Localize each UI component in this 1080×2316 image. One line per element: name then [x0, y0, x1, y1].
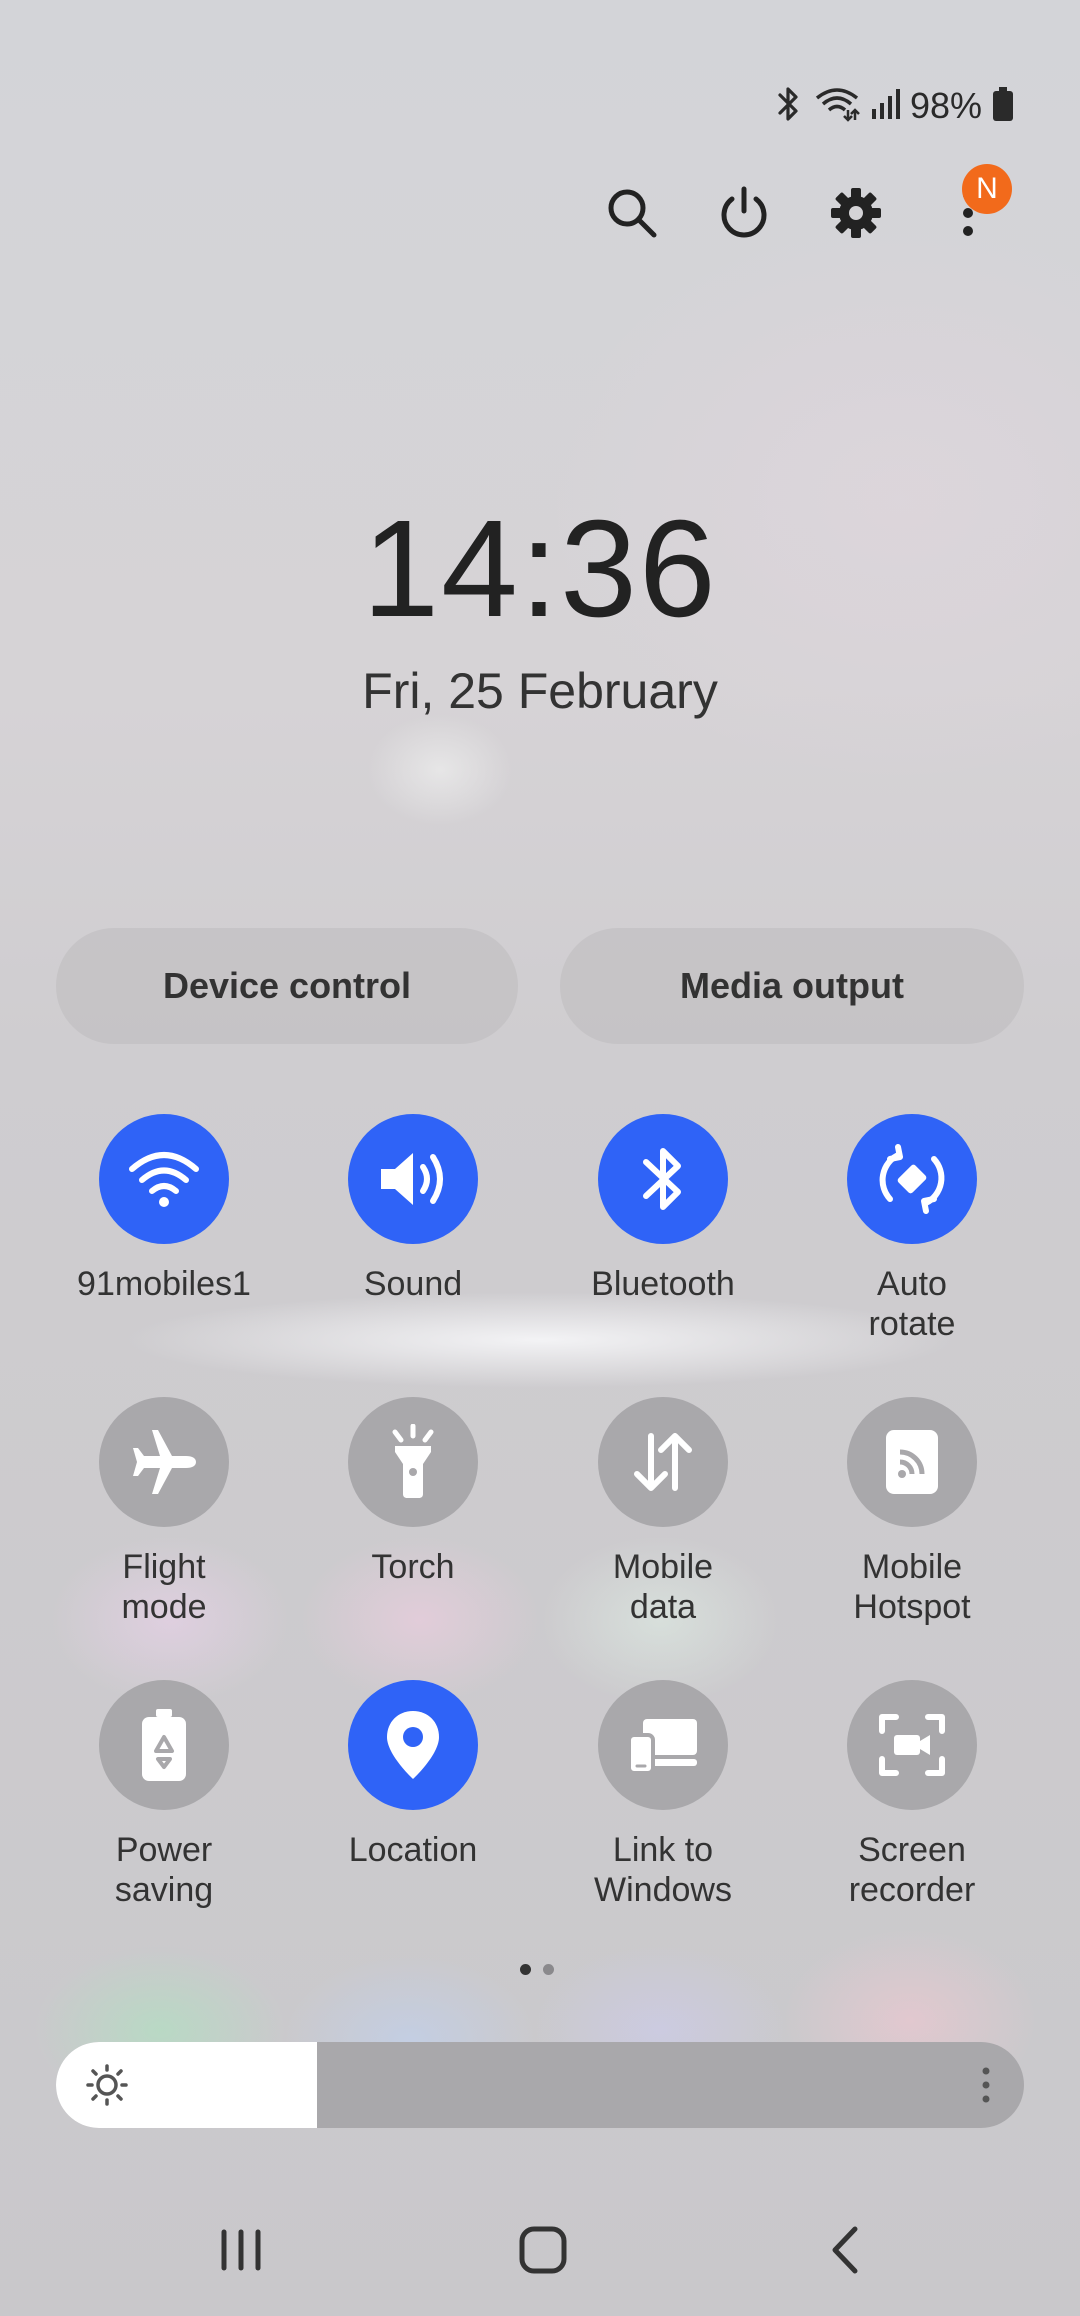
- bluetooth-icon: [598, 1114, 728, 1244]
- notification-badge: N: [962, 164, 1012, 214]
- tile-power-saving[interactable]: Power saving: [44, 1680, 284, 1910]
- tile-label: Sound: [363, 1265, 463, 1303]
- recents-icon[interactable]: [206, 2220, 276, 2280]
- auto-rotate-icon: [847, 1114, 977, 1244]
- tile-label: Bluetooth: [591, 1265, 735, 1303]
- brightness-sun-icon: [86, 2064, 128, 2106]
- location-icon: [348, 1680, 478, 1810]
- tile-mobile-hotspot[interactable]: Mobile Hotspot: [792, 1397, 1032, 1627]
- tile-auto-rotate[interactable]: Auto rotate: [792, 1114, 1032, 1344]
- brightness-more-icon[interactable]: [978, 2064, 994, 2106]
- tile-sound[interactable]: Sound: [293, 1114, 533, 1304]
- power-icon[interactable]: [709, 178, 779, 248]
- home-icon[interactable]: [508, 2220, 578, 2280]
- wifi-icon: [99, 1114, 229, 1244]
- bluetooth-icon: [774, 86, 804, 127]
- tile-torch[interactable]: Torch: [293, 1397, 533, 1587]
- page-indicator: [520, 1964, 554, 1975]
- tile-label: Mobile Hotspot: [853, 1548, 971, 1626]
- battery-icon: [992, 86, 1014, 127]
- tile-wifi[interactable]: 91mobiles1: [44, 1114, 284, 1304]
- tile-label: Torch: [371, 1548, 455, 1586]
- power-saving-icon: [99, 1680, 229, 1810]
- wifi-icon: [814, 86, 860, 127]
- tile-label: 91mobiles1: [77, 1265, 251, 1303]
- page-dot-active: [520, 1964, 531, 1975]
- tile-mobile-data[interactable]: Mobile data: [543, 1397, 783, 1627]
- navigation-bar: [0, 2200, 1080, 2300]
- clock-date[interactable]: Fri, 25 February: [0, 662, 1080, 720]
- tile-location[interactable]: Location: [293, 1680, 533, 1870]
- tile-label: Power saving: [114, 1831, 214, 1909]
- gear-icon[interactable]: [821, 178, 891, 248]
- airplane-icon: [99, 1397, 229, 1527]
- status-bar: 98%: [774, 85, 1014, 127]
- tile-label: Mobile data: [612, 1548, 714, 1626]
- tile-bluetooth[interactable]: Bluetooth: [543, 1114, 783, 1304]
- brightness-slider[interactable]: [56, 2042, 1024, 2128]
- signal-icon: [870, 87, 900, 126]
- tile-label: Auto rotate: [868, 1265, 956, 1343]
- search-icon[interactable]: [597, 178, 667, 248]
- tile-screen-recorder[interactable]: Screen recorder: [792, 1680, 1032, 1910]
- tile-label: Location: [348, 1831, 478, 1869]
- sound-icon: [348, 1114, 478, 1244]
- media-output-button[interactable]: Media output: [560, 928, 1024, 1044]
- hotspot-icon: [847, 1397, 977, 1527]
- mobile-data-icon: [598, 1397, 728, 1527]
- link-to-windows-icon: [598, 1680, 728, 1810]
- tile-label: Screen recorder: [848, 1831, 976, 1909]
- clock-time[interactable]: 14:36: [0, 490, 1080, 649]
- device-control-button[interactable]: Device control: [56, 928, 518, 1044]
- battery-percent: 98%: [909, 85, 982, 126]
- back-icon[interactable]: [810, 2220, 880, 2280]
- tile-flight-mode[interactable]: Flight mode: [44, 1397, 284, 1627]
- page-dot: [543, 1964, 554, 1975]
- screen-recorder-icon: [847, 1680, 977, 1810]
- quick-panel-actions: [0, 178, 1080, 248]
- tile-link-to-windows[interactable]: Link to Windows: [543, 1680, 783, 1910]
- tile-label: Flight mode: [121, 1548, 207, 1626]
- tile-label: Link to Windows: [594, 1831, 732, 1909]
- torch-icon: [348, 1397, 478, 1527]
